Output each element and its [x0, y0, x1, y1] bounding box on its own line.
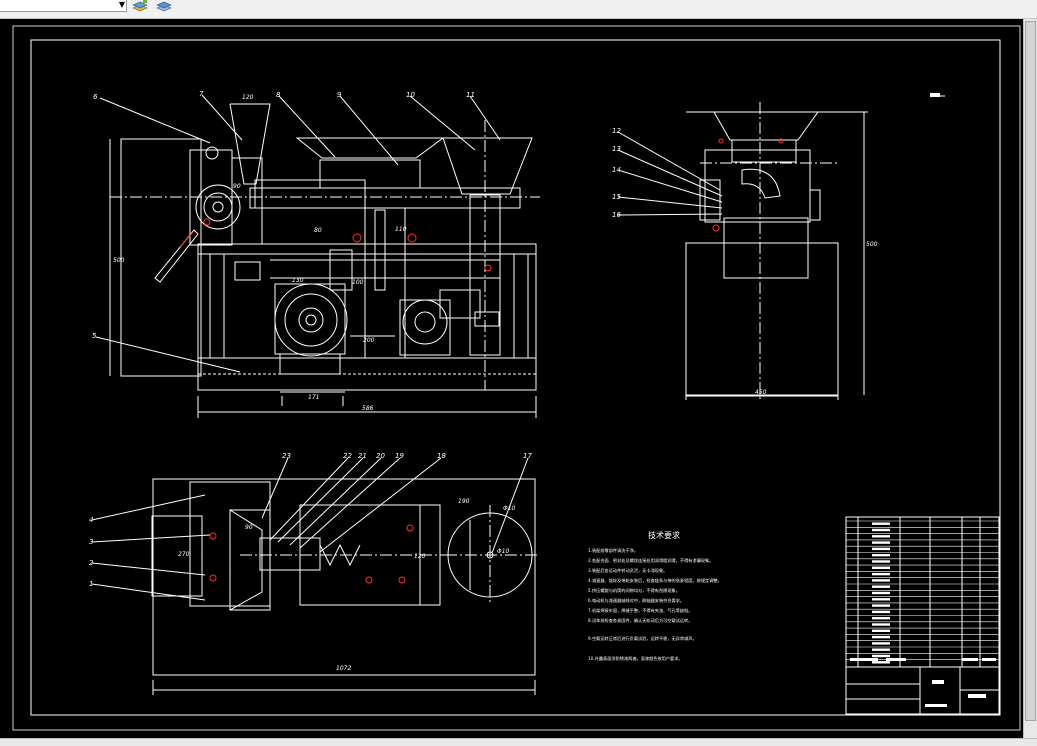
front-balloons: 6 7 8 9 10 11 5 — [92, 90, 475, 340]
balloon: 22 — [343, 452, 352, 460]
front-view — [95, 94, 540, 418]
layer-manager-icon[interactable] — [156, 0, 172, 12]
parts-list-cell-fill — [872, 623, 890, 626]
dimension: 110 — [395, 226, 407, 233]
parts-list-cell-fill — [872, 635, 890, 639]
note-line: 9.空载运转正常后进行负载试验，运转平稳，无异常噪声。 — [588, 635, 697, 642]
dimension: 90 — [245, 524, 253, 531]
note-line: 7.机架焊接牢固，焊缝平整，不得有夹渣、气孔等缺陷。 — [588, 607, 693, 614]
parts-list-cell-fill — [872, 579, 890, 582]
title-block-fills — [850, 93, 996, 707]
balloon: 1 — [89, 580, 93, 588]
note-line: 1.装配前零部件清洗干净。 — [588, 547, 638, 554]
note-line: 4.减速器、链轮及带轮安装后，检查链条与带的张紧程度，按规定调整。 — [588, 577, 722, 584]
layer-dropdown[interactable]: ▼ — [0, 0, 127, 12]
notes-title: 技术要求 — [648, 530, 680, 540]
parts-list-cell-fill — [872, 617, 890, 620]
balloon: 21 — [358, 452, 367, 460]
chevron-down-icon[interactable]: ▼ — [119, 0, 125, 10]
parts-list-cell-fill — [872, 661, 890, 664]
dimension: 450 — [755, 389, 767, 396]
outer-frame — [12, 25, 1021, 731]
toolbar: ▼ — [0, 0, 1037, 19]
balloon: 13 — [612, 145, 621, 153]
layer-states-icon[interactable] — [132, 0, 148, 12]
balloon: 7 — [199, 90, 204, 98]
balloon: 4 — [89, 516, 93, 524]
parts-list-cell-fill — [872, 535, 890, 538]
dimension: 80 — [314, 227, 322, 234]
dimension: 120 — [414, 553, 426, 560]
front-dimensions: 120 90 80 110 500 100 130 200 171 586 — [113, 94, 407, 412]
note-line: 10.外露表面涂防锈漆两遍，面漆颜色按用户要求。 — [588, 655, 683, 662]
parts-list-cell-fill — [872, 522, 890, 525]
dimension: 270 — [178, 551, 190, 558]
side-balloons: 12 13 14 15 16 — [612, 127, 621, 219]
dimension: 586 — [362, 405, 374, 412]
dimension: 100 — [352, 279, 364, 286]
dimension: 120 — [242, 94, 254, 101]
balloon: 3 — [89, 538, 93, 546]
balloon: 10 — [406, 91, 415, 99]
vertical-scrollbar[interactable] — [1023, 19, 1037, 738]
parts-list-cell-fill — [872, 591, 890, 595]
balloon: 19 — [395, 452, 404, 460]
parts-list-cell-fill — [872, 547, 890, 551]
dimension: 500 — [113, 257, 125, 264]
balloon: 17 — [523, 452, 532, 460]
parts-list-cell-fill — [872, 654, 890, 658]
note-line: 3.装配后各运动件转动灵活，无卡滞现象。 — [588, 567, 667, 574]
parts-list-cell-fill — [872, 541, 890, 544]
note-line: 2.各配合面、密封处及螺纹连接处用润滑脂润滑，不得有渗漏现象。 — [588, 557, 713, 564]
parts-list-cell-fill — [872, 642, 890, 645]
border-frame — [30, 39, 1001, 716]
parts-list-cell-fill — [872, 560, 890, 563]
plan-dimensions: 1072 270 90 190 120 Φ10 Φ10 — [178, 498, 516, 672]
dimension: 190 — [458, 498, 470, 505]
parts-list-cell-fill — [872, 648, 890, 651]
dimension: 200 — [363, 337, 375, 344]
cad-drawing: 6 7 8 9 10 11 5 120 90 80 110 500 100 13… — [12, 25, 1021, 731]
side-view — [617, 95, 945, 400]
parts-list-cell-fill — [872, 572, 890, 576]
scrollbar-thumb[interactable] — [1025, 21, 1036, 721]
dimension: Φ10 — [503, 505, 516, 512]
balloon: 14 — [612, 166, 621, 174]
balloon: 15 — [612, 193, 621, 201]
dimension: Φ10 — [497, 548, 510, 555]
technical-notes: 技术要求 1.装配前零部件清洗干净。 2.各配合面、密封处及螺纹连接处用润滑脂润… — [588, 530, 722, 662]
balloon: 8 — [276, 91, 281, 99]
plan-view — [91, 457, 540, 695]
dimension: 1072 — [336, 665, 351, 672]
balloon: 16 — [612, 211, 621, 219]
dimension: 171 — [308, 394, 319, 401]
dimension: 90 — [233, 183, 241, 190]
parts-list-cell-fill — [872, 585, 890, 588]
parts-list-cell-fill — [872, 598, 890, 601]
balloon: 11 — [466, 91, 475, 99]
balloon: 6 — [93, 93, 98, 101]
dimension: 500 — [866, 241, 878, 248]
balloon: 20 — [376, 452, 385, 460]
balloon: 9 — [337, 91, 342, 99]
balloon: 23 — [282, 452, 291, 460]
side-dimensions: 450 500 — [755, 241, 878, 396]
dimension: 130 — [292, 277, 304, 284]
drawing-canvas[interactable]: 6 7 8 9 10 11 5 120 90 80 110 500 100 13… — [0, 19, 1023, 738]
parts-list-cell-fill — [872, 604, 890, 607]
balloon: 12 — [612, 127, 621, 135]
parts-list-cell-fill — [872, 566, 890, 569]
note-line: 8.试车前检查各紧固件，确认无松动后方可空载试运转。 — [588, 617, 693, 624]
balloon: 5 — [92, 332, 97, 340]
note-line: 5.挤压螺旋与机筒的间隙均匀，不得有刮擦现象。 — [588, 587, 680, 594]
parts-list-cell-fill — [872, 528, 890, 532]
note-line: 6.电动机与减速器轴线对中，联轴器安装符合要求。 — [588, 597, 684, 604]
balloon: 2 — [89, 559, 94, 567]
parts-list-cell-fill — [872, 554, 890, 557]
parts-list-cell-fill — [872, 610, 890, 614]
balloon: 18 — [437, 452, 446, 460]
parts-list-cell-fill — [872, 629, 890, 632]
